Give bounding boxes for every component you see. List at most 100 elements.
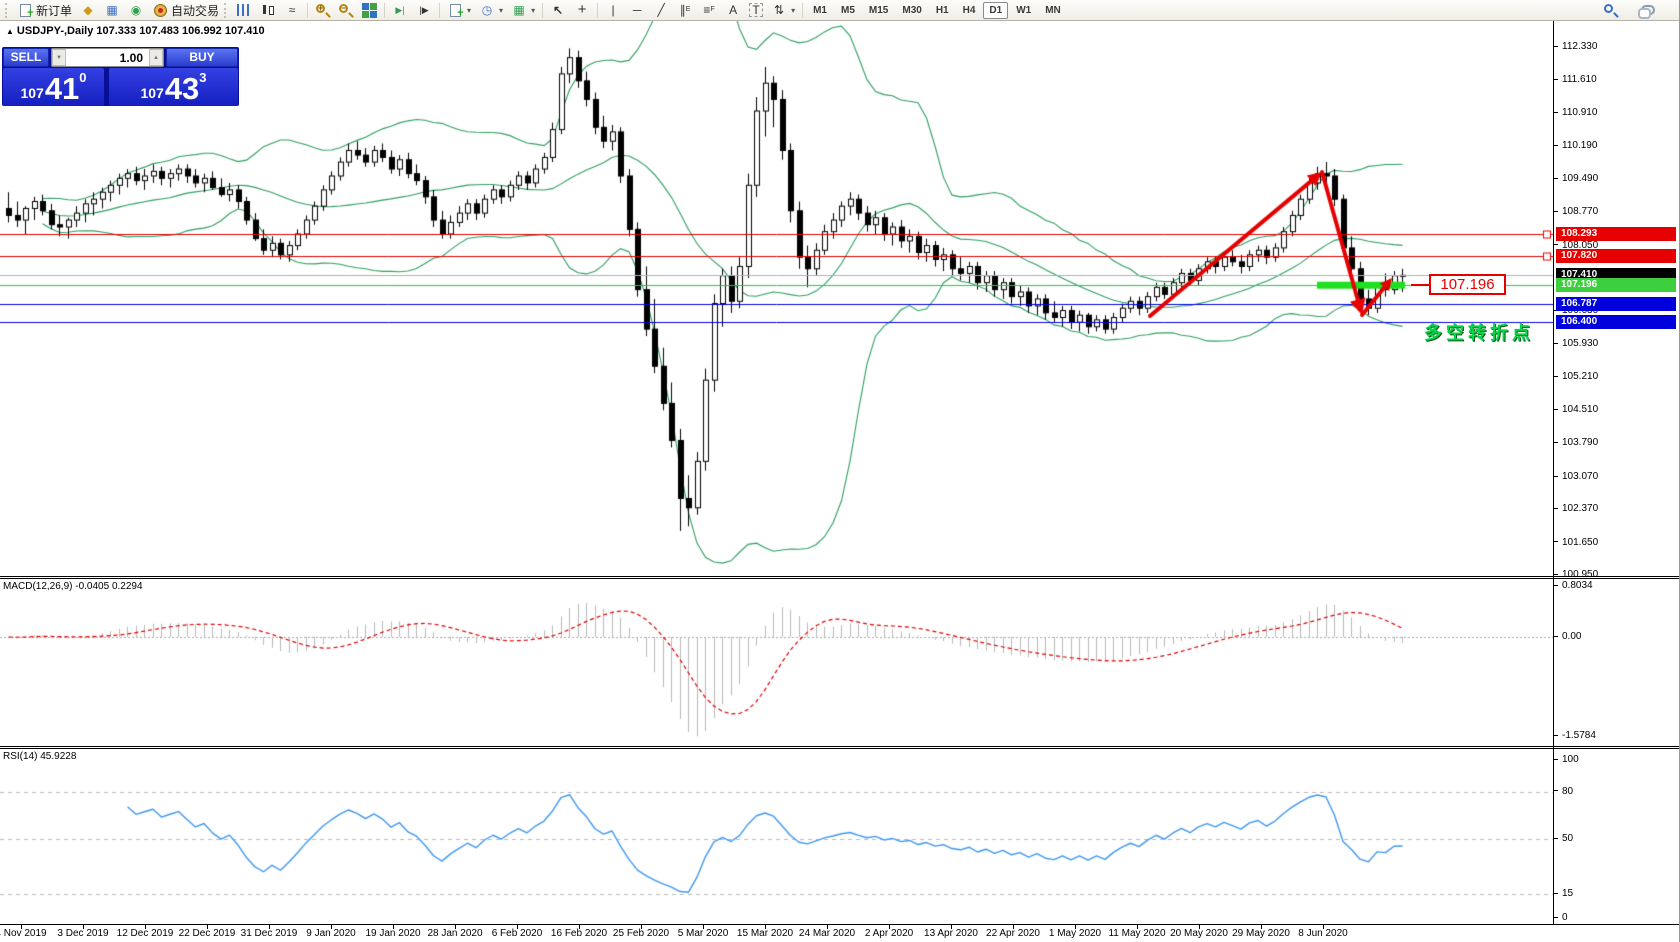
toolbar-separator (542, 2, 544, 18)
date-tick-mark (145, 925, 146, 929)
arrows-button[interactable]: ⇅ ▾ (767, 1, 799, 20)
trendline-button[interactable]: ╱ (649, 1, 673, 20)
bar-chart-icon (236, 2, 252, 18)
price-tick: 103.790 (1554, 437, 1598, 449)
news-button[interactable]: ◆ (76, 1, 100, 20)
timeframe-button-H1[interactable]: H1 (930, 2, 955, 19)
buy-price-pip: 3 (199, 70, 207, 85)
timeframe-button-MN[interactable]: MN (1039, 2, 1067, 19)
timeframe-button-W1[interactable]: W1 (1010, 2, 1037, 19)
rsi-tick: 0 (1554, 912, 1568, 924)
pane-separator[interactable] (0, 746, 1679, 749)
date-tick-mark (455, 925, 456, 929)
date-tick-label: 2 Apr 2020 (864, 928, 914, 939)
price-tick: 104.510 (1554, 404, 1598, 416)
pane-separator[interactable] (0, 576, 1679, 579)
rsi-tick: 80 (1554, 786, 1573, 798)
arrows-icon: ⇅ (774, 3, 785, 17)
timeframe-button-M30[interactable]: M30 (896, 2, 927, 19)
shift-end-button[interactable]: ▶| (388, 1, 412, 20)
timeframe-button-M1[interactable]: M1 (807, 2, 833, 19)
channel-button[interactable]: ∥ E (673, 1, 697, 20)
new-order-button[interactable]: 新订单 (13, 1, 76, 21)
market-watch-button[interactable]: ▦ (100, 1, 124, 20)
date-tick-mark (83, 925, 84, 929)
new-chart-button[interactable]: ▾ (443, 1, 475, 21)
date-tick-mark (889, 925, 890, 929)
new-order-icon (17, 2, 34, 21)
date-tick-mark (765, 925, 766, 929)
rsi-tick: 100 (1554, 754, 1579, 766)
periodicity-button[interactable]: ◷ ▾ (475, 1, 507, 20)
date-tick-mark (827, 925, 828, 929)
bar-chart-button[interactable] (232, 1, 256, 20)
text-label-button[interactable]: T (745, 1, 767, 20)
date-tick-label: 16 Feb 2020 (550, 928, 608, 939)
toolbar-separator (439, 2, 441, 18)
search-icon (1603, 3, 1619, 18)
volume-down-button[interactable]: ▼ (52, 49, 66, 66)
turning-point-annotation[interactable]: 多空转折点 (1424, 319, 1534, 345)
sell-button[interactable]: SELL (3, 48, 49, 67)
date-tick-mark (269, 925, 270, 929)
chat-button[interactable] (1636, 1, 1660, 20)
price-tick: 110.910 (1554, 107, 1597, 119)
price-tick: 108.770 (1554, 206, 1598, 218)
signal-button[interactable]: ◉ (124, 1, 148, 20)
crosshair-button[interactable]: + (570, 1, 594, 20)
macd-pane[interactable] (0, 579, 1553, 746)
fibonacci-button[interactable]: ≡ F (697, 1, 721, 20)
price-axis[interactable]: 112.330 111.610 110.910 110.190 109.490 108.7… (1554, 21, 1679, 925)
rsi-pane[interactable] (0, 749, 1553, 924)
template-button[interactable]: ▦ ▾ (507, 1, 539, 20)
chevron-down-icon: ▾ (499, 5, 504, 15)
chart-title-text: USDJPY-,Daily 107.333 107.483 106.992 10… (16, 25, 265, 37)
cursor-button[interactable]: ↖ (546, 1, 570, 20)
mt4-window: 新订单 ◆ ▦ ◉ 自动交易 ≈ + − (0, 0, 1680, 942)
vertical-line-icon: | (611, 3, 615, 17)
autoscroll-button[interactable]: |▶ (412, 1, 436, 20)
volume-value[interactable]: 1.00 (66, 49, 149, 66)
buy-price[interactable]: 107 43 3 (109, 68, 238, 106)
toolbar-separator (384, 2, 386, 18)
collapse-triangle-icon[interactable]: ▲ (6, 27, 14, 36)
date-tick-label: 15 Mar 2020 (736, 928, 794, 939)
date-tick-mark (1199, 925, 1200, 929)
volume-up-button[interactable]: ▲ (149, 49, 163, 66)
toolbar-grip[interactable] (224, 2, 229, 18)
timeframe-button-M5[interactable]: M5 (835, 2, 861, 19)
text-button[interactable]: A (721, 1, 745, 20)
auto-trading-button[interactable]: 自动交易 (148, 1, 223, 20)
date-tick-mark (1075, 925, 1076, 929)
timeframe-button-M15[interactable]: M15 (863, 2, 894, 19)
sell-price-pip: 0 (79, 70, 87, 85)
timeframe-toolbar: M1 M5 M15 M30 H1 H4 D1 W1 MN (806, 1, 1068, 19)
text-icon: A (729, 3, 738, 17)
price-callout[interactable]: 107.196 (1429, 274, 1506, 295)
buy-button[interactable]: BUY (166, 48, 238, 67)
time-axis[interactable]: 4 Nov 2019 3 Dec 2019 12 Dec 2019 22 Dec 20… (0, 925, 1679, 942)
tile-windows-button[interactable] (357, 1, 381, 20)
candle-chart-button[interactable] (256, 1, 280, 20)
vertical-line-button[interactable]: | (601, 1, 625, 20)
toolbar-grip[interactable] (5, 2, 10, 18)
zoom-out-button[interactable]: − (334, 1, 357, 20)
price-tick: 102.370 (1554, 503, 1598, 515)
macd-tick: 0.00 (1554, 631, 1581, 643)
date-tick-label: 6 Feb 2020 (491, 928, 543, 939)
search-button[interactable] (1599, 1, 1622, 20)
signal-icon: ◉ (130, 3, 142, 17)
price-label-107.196: 107.196 (1556, 278, 1676, 293)
date-tick-label: 11 May 2020 (1108, 928, 1166, 939)
date-tick-label: 13 Apr 2020 (924, 928, 978, 939)
date-tick-mark (951, 925, 952, 929)
line-chart-button[interactable]: ≈ (280, 1, 304, 20)
zoom-in-button[interactable]: + (311, 1, 334, 20)
timeframe-button-H4[interactable]: H4 (957, 2, 982, 19)
buy-price-big: 43 (164, 71, 200, 106)
chevron-down-icon: ▾ (791, 5, 796, 15)
horizontal-line-button[interactable]: ─ (625, 1, 649, 20)
shift-end-icon: ▶| (395, 5, 405, 15)
timeframe-button-D1[interactable]: D1 (983, 1, 1009, 19)
sell-price[interactable]: 107 41 0 (3, 68, 104, 106)
